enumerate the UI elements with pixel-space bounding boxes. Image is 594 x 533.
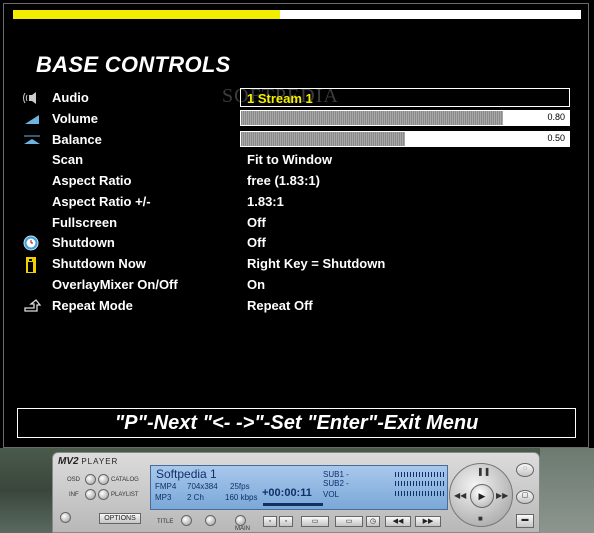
menu-row-overlaymixer[interactable]: OverlayMixer On/Off On	[0, 275, 594, 295]
menu-label-audio: Audio	[52, 90, 89, 105]
eject-button[interactable]: ▭	[335, 516, 363, 527]
window-mode-button[interactable]: ◌	[516, 463, 534, 477]
menu-row-scan[interactable]: Scan Fit to Window	[0, 150, 594, 170]
audio-stream-select[interactable]: 1 Stream 1	[240, 88, 570, 107]
play-button[interactable]: ▶	[470, 484, 494, 508]
fullscreen-button[interactable]: ▢	[516, 490, 534, 504]
video-background-right	[540, 448, 594, 533]
menu-value-repeat-mode: Repeat Off	[247, 298, 313, 313]
menu-label-aspect-ratio-adjust: Aspect Ratio +/-	[52, 194, 151, 209]
power-icon	[23, 256, 41, 273]
lcd-time: +00:00:11	[262, 487, 312, 499]
lcd-volume-meter	[395, 491, 445, 496]
menu-value-scan: Fit to Window	[247, 152, 333, 167]
player-logo: MV2 PLAYER	[58, 456, 118, 467]
menu-label-scan: Scan	[52, 152, 84, 167]
main-label: MAIN	[235, 526, 250, 532]
menu-label-aspect-ratio: Aspect Ratio	[52, 173, 132, 188]
volume-slider[interactable]: 0.80	[240, 110, 570, 126]
menu-label-volume: Volume	[52, 111, 98, 126]
menu-row-aspect-ratio[interactable]: Aspect Ratio free (1.83:1)	[0, 171, 594, 191]
title-button[interactable]	[181, 515, 192, 526]
balance-slider-fill	[241, 132, 405, 146]
speaker-icon	[23, 90, 41, 106]
progress-bar[interactable]	[13, 10, 581, 19]
lcd-vol-label: VOL	[323, 490, 340, 499]
lcd-resolution: 704x384	[187, 482, 218, 491]
rewind-button[interactable]: ◀◀	[385, 516, 411, 527]
menu-label-shutdown-now: Shutdown Now	[52, 256, 146, 271]
menu-help-footer: "P"-Next "<- ->"-Set "Enter"-Exit Menu	[17, 408, 576, 438]
balance-slider[interactable]: 0.50	[240, 131, 570, 147]
lcd-seek-bar[interactable]	[263, 503, 323, 506]
title-label: TITLE	[157, 519, 174, 525]
options-label: OPTIONS	[104, 515, 136, 522]
pause-icon[interactable]: ❚❚	[477, 467, 490, 476]
volume-icon	[23, 111, 41, 127]
repeat-icon	[23, 298, 42, 314]
menu-value-aspect-ratio: free (1.83:1)	[247, 173, 320, 188]
lcd-meter-2	[395, 481, 445, 486]
stop-icon[interactable]: ■	[478, 514, 483, 523]
prev-icon[interactable]: ◀◀	[454, 491, 466, 500]
osd-button[interactable]	[85, 474, 96, 485]
volume-value: 0.80	[547, 112, 565, 122]
open-button[interactable]: ▭	[301, 516, 329, 527]
menu-label-overlaymixer: OverlayMixer On/Off	[52, 277, 178, 292]
player-logo-sub: PLAYER	[81, 457, 119, 466]
catalog-button[interactable]	[98, 474, 109, 485]
main-button[interactable]	[235, 515, 246, 526]
inf-label: INF	[69, 492, 79, 498]
menu-prev-button[interactable]	[205, 515, 216, 526]
lcd-audio-format: MP3	[155, 493, 172, 502]
menu-row-aspect-ratio-adjust[interactable]: Aspect Ratio +/- 1.83:1	[0, 192, 594, 212]
playlist-button[interactable]	[98, 489, 109, 500]
menu-value-overlaymixer: On	[247, 277, 266, 292]
menu-title: BASE CONTROLS	[36, 52, 231, 77]
power-button[interactable]	[60, 512, 71, 523]
balance-icon	[23, 132, 41, 148]
menu-row-shutdown[interactable]: Shutdown Off	[0, 233, 594, 253]
menu-row-repeat-mode[interactable]: Repeat Mode Repeat Off	[0, 296, 594, 316]
lcd-meter-1	[395, 472, 445, 477]
fast-forward-button[interactable]: ▶▶	[415, 516, 441, 527]
options-button[interactable]: OPTIONS	[99, 513, 141, 524]
progress-bar-fill	[13, 10, 280, 19]
timer-button[interactable]: ◷	[366, 516, 380, 527]
inf-button[interactable]	[85, 489, 96, 500]
minimize-button[interactable]: ▬	[516, 514, 534, 528]
player-control-panel: MV2 PLAYER OSD CATALOG INF PLAYLIST OPTI…	[52, 452, 540, 533]
osd-label: OSD	[67, 477, 81, 483]
menu-label-repeat-mode: Repeat Mode	[52, 298, 133, 313]
clock-icon	[23, 235, 41, 251]
lcd-display: Softpedia 1 FMP4 704x384 25fps MP3 2 Ch …	[150, 465, 448, 510]
navigation-pad[interactable]: ❚❚ ◀◀ ▶▶ ■ ▶	[449, 463, 513, 527]
lcd-fps: 25fps	[230, 482, 250, 491]
balance-value: 0.50	[547, 133, 565, 143]
volume-slider-fill	[241, 111, 504, 125]
menu-value-aspect-ratio-adjust: 1.83:1	[247, 194, 284, 209]
stop-button[interactable]: ▫	[263, 516, 277, 527]
menu-label-balance: Balance	[52, 132, 102, 147]
menu-row-shutdown-now[interactable]: Shutdown Now Right Key = Shutdown	[0, 254, 594, 274]
lcd-title: Softpedia 1	[156, 467, 217, 481]
frame-button[interactable]: ▫	[279, 516, 293, 527]
player-logo-text: MV2	[58, 456, 79, 467]
playlist-label: PLAYLIST	[111, 492, 139, 498]
audio-stream-value: 1 Stream 1	[247, 91, 313, 106]
menu-value-shutdown-now: Right Key = Shutdown	[247, 256, 386, 271]
lcd-video-format: FMP4	[155, 482, 177, 491]
lcd-sub2: SUB2 -	[323, 479, 349, 488]
menu-row-fullscreen[interactable]: Fullscreen Off	[0, 213, 594, 233]
menu-label-shutdown: Shutdown	[52, 235, 115, 250]
lcd-sub1: SUB1 -	[323, 470, 349, 479]
lcd-bitrate: 160 kbps	[225, 493, 258, 502]
catalog-label: CATALOG	[111, 477, 139, 483]
menu-value-shutdown: Off	[247, 235, 266, 250]
menu-value-fullscreen: Off	[247, 215, 266, 230]
lcd-channels: 2 Ch	[187, 493, 204, 502]
menu-label-fullscreen: Fullscreen	[52, 215, 118, 230]
next-icon[interactable]: ▶▶	[496, 491, 508, 500]
